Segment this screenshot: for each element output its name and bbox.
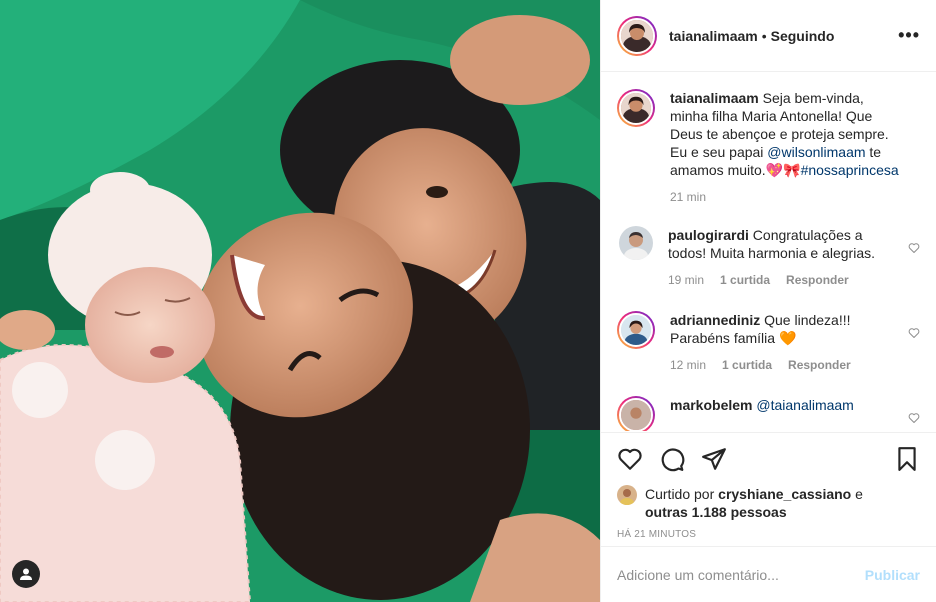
comment-likes-count[interactable]: 1 curtida [720, 271, 770, 289]
author-avatar-image [621, 19, 653, 52]
like-heart-icon[interactable] [617, 446, 643, 472]
caption-author-avatar[interactable] [617, 89, 655, 127]
save-bookmark-icon[interactable] [894, 446, 920, 472]
header-separator: • [761, 27, 767, 44]
post-header: taianalimaam • Seguindo ••• [601, 0, 936, 72]
following-button[interactable]: Seguindo [771, 28, 835, 44]
photo-illustration [0, 0, 600, 602]
commenter-avatar-image [621, 400, 651, 430]
comment-likes-count[interactable]: 1 curtida [722, 356, 772, 374]
author-username[interactable]: taianalimaam [669, 28, 758, 44]
comment-like-heart-icon[interactable] [908, 412, 920, 424]
publish-comment-button[interactable]: Publicar [865, 567, 920, 583]
comment-reply-button[interactable]: Responder [786, 271, 849, 289]
more-options-button[interactable]: ••• [898, 25, 920, 46]
comment-time[interactable]: 12 min [670, 356, 706, 374]
comment-like-heart-icon[interactable] [908, 327, 920, 339]
user-silhouette-icon [20, 568, 32, 580]
liker-avatar-image [617, 485, 637, 505]
caption: taianalimaam Seja bem-vinda, minha filha… [617, 89, 920, 206]
comment-username[interactable]: paulogirardi [668, 227, 749, 243]
post-side-panel: taianalimaam • Seguindo ••• taianalimaam [600, 0, 936, 602]
comment-meta: 19 min 1 curtida Responder [668, 271, 900, 289]
caption-emoji: 💖🎀 [765, 162, 801, 178]
liked-by-conjunction: e [851, 486, 863, 502]
tagged-users-button[interactable] [12, 560, 40, 588]
comment-reply-button[interactable]: Responder [788, 356, 851, 374]
comment-username[interactable]: adriannediniz [670, 312, 760, 328]
add-comment-form: Publicar [601, 546, 936, 602]
commenter-avatar-image [621, 315, 651, 345]
comment-item: paulogirardi Congratulações a todos! Mui… [617, 226, 920, 289]
caption-hashtag-link[interactable]: #nossaprincesa [801, 162, 899, 178]
liker-avatar[interactable] [617, 485, 637, 505]
comment-item: markobelem @taianalimaam [617, 396, 920, 431]
comment-bubble-icon[interactable] [659, 446, 685, 472]
post-actions-section: Curtido por cryshiane_cassiano e outras … [601, 432, 936, 540]
caption-meta: 21 min [670, 188, 900, 206]
liker-username[interactable]: cryshiane_cassiano [718, 486, 851, 502]
share-paper-plane-icon[interactable] [701, 446, 727, 472]
comment-like-heart-icon[interactable] [908, 242, 920, 254]
comment-meta: 12 min 1 curtida Responder [670, 356, 900, 374]
comment-item: adriannediniz Que lindeza!!! Parabéns fa… [617, 311, 920, 374]
caption-avatar-image [621, 93, 651, 123]
comment-input[interactable] [617, 566, 865, 583]
post-timestamp[interactable]: HÁ 21 MINUTOS [617, 529, 920, 540]
liked-by: Curtido por cryshiane_cassiano e outras … [617, 485, 920, 521]
commenter-avatar[interactable] [619, 226, 653, 260]
author-avatar[interactable] [617, 15, 657, 56]
commenter-avatar-image [619, 226, 653, 260]
commenter-avatar[interactable] [617, 396, 655, 431]
post-photo[interactable] [0, 0, 600, 602]
caption-time[interactable]: 21 min [670, 188, 706, 206]
caption-mention-link[interactable]: @wilsonlimaam [767, 144, 865, 160]
action-bar [617, 433, 920, 485]
comment-mention-link[interactable]: @taianalimaam [756, 397, 853, 413]
caption-text: taianalimaam Seja bem-vinda, minha filha… [670, 89, 900, 179]
caption-username[interactable]: taianalimaam [670, 90, 759, 106]
other-likes-link[interactable]: outras 1.188 pessoas [645, 504, 787, 520]
commenter-avatar[interactable] [617, 311, 655, 349]
comment-username[interactable]: markobelem [670, 397, 752, 413]
comments-list[interactable]: taianalimaam Seja bem-vinda, minha filha… [601, 73, 936, 431]
comment-time[interactable]: 19 min [668, 271, 704, 289]
liked-by-prefix: Curtido por [645, 486, 719, 502]
